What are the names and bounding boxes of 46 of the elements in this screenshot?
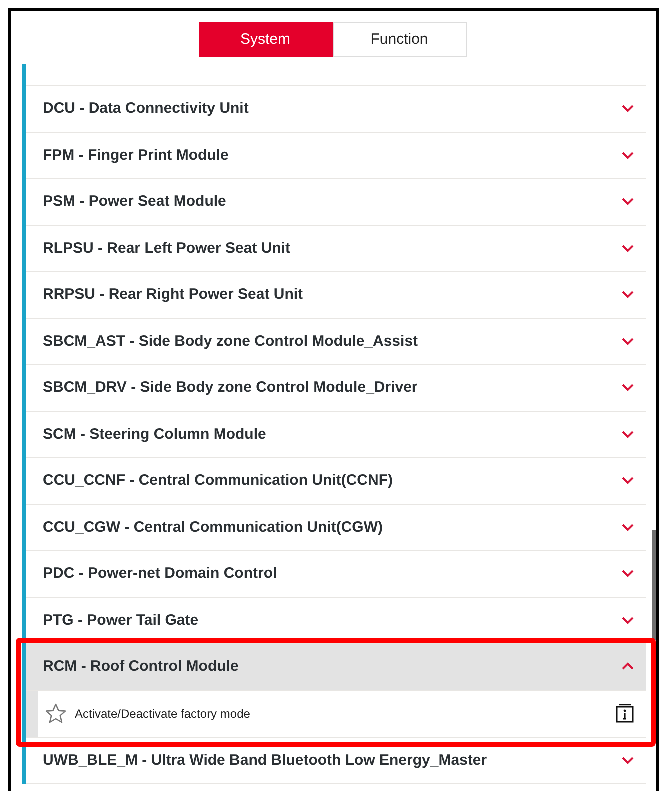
chevron-down-icon — [622, 150, 634, 160]
module-name: CCU_CGW - Central Communication Unit(CGW) — [43, 518, 383, 536]
module-name: SBCM_AST - Side Body zone Control Module_Assist — [43, 332, 418, 350]
chevron-down-icon — [622, 244, 634, 253]
info-icon — [616, 704, 634, 723]
module-row[interactable]: RCM - Roof Control Module — [26, 644, 646, 690]
module-name: SBCM_DRV - Side Body zone Control Module_Driver — [43, 379, 418, 396]
module-row[interactable]: RRPSU - Rear Right Power Seat Unit — [26, 272, 646, 318]
module-row[interactable]: UWB_BLE_M - Ultra Wide Band Bluetooth Low Energy_Master — [26, 738, 646, 784]
module-name: FPM - Finger Print Module — [43, 146, 229, 164]
module-row[interactable]: CCU_CCNF - Central Communication Unit(CCNF) — [26, 458, 646, 504]
module-row[interactable]: SCM - Steering Column Module — [26, 412, 646, 458]
chevron-down-icon — [622, 756, 634, 765]
module-name: SCM - Steering Column Module — [43, 426, 266, 443]
chevron-down-icon — [622, 104, 634, 114]
module-name: DCU - Data Connectivity Unit — [43, 100, 249, 118]
module-name: CCU_CCNF - Central Communication Unit(CCNF) — [43, 472, 393, 490]
module-row[interactable]: SBCM_DRV - Side Body zone Control Module_Driver — [26, 365, 646, 412]
chevron-down-icon — [622, 476, 634, 486]
chevron-down-icon — [622, 522, 634, 532]
module-name: PSM - Power Seat Module — [43, 193, 226, 210]
module-row[interactable]: FPM - Finger Print Module — [26, 132, 646, 179]
module-name: UWB_BLE_M - Ultra Wide Band Bluetooth Low Energy_Master — [43, 752, 488, 769]
chevron-down-icon — [622, 569, 634, 578]
function-label: Activate/Deactivate factory mode — [75, 706, 252, 720]
chevron-down-icon — [622, 290, 634, 300]
chevron-down-icon — [622, 616, 634, 625]
module-name: PTG - Power Tail Gate — [43, 612, 199, 629]
module-row[interactable]: CCU_CGW - Central Communication Unit(CGW) — [26, 504, 646, 551]
module-name: PDC - Power-net Domain Control — [43, 565, 278, 582]
chevron-down-icon — [622, 430, 634, 439]
chevron-down-icon — [622, 383, 634, 392]
function-item[interactable]: Activate/Deactivate factory mode — [38, 690, 646, 736]
chevron-up-icon — [622, 662, 634, 672]
module-row[interactable]: PSM - Power Seat Module — [26, 179, 646, 226]
module-row[interactable]: PDC - Power-net Domain Control — [26, 551, 646, 598]
module-name: RLPSU - Rear Left Power Seat Unit — [43, 240, 291, 257]
module-row[interactable]: RLPSU - Rear Left Power Seat Unit — [26, 226, 646, 272]
tab[interactable]: System — [198, 22, 332, 57]
module-row[interactable]: DCU - Data Connectivity Unit — [26, 86, 646, 132]
chevron-down-icon — [622, 197, 634, 206]
module-name: RRPSU - Rear Right Power Seat Unit — [43, 286, 304, 304]
module-name: RCM - Roof Control Module — [43, 658, 239, 676]
chevron-down-icon — [622, 336, 634, 346]
module-row[interactable]: SBCM_AST - Side Body zone Control Module_Assist — [26, 318, 646, 365]
tab[interactable]: Function — [332, 22, 466, 57]
